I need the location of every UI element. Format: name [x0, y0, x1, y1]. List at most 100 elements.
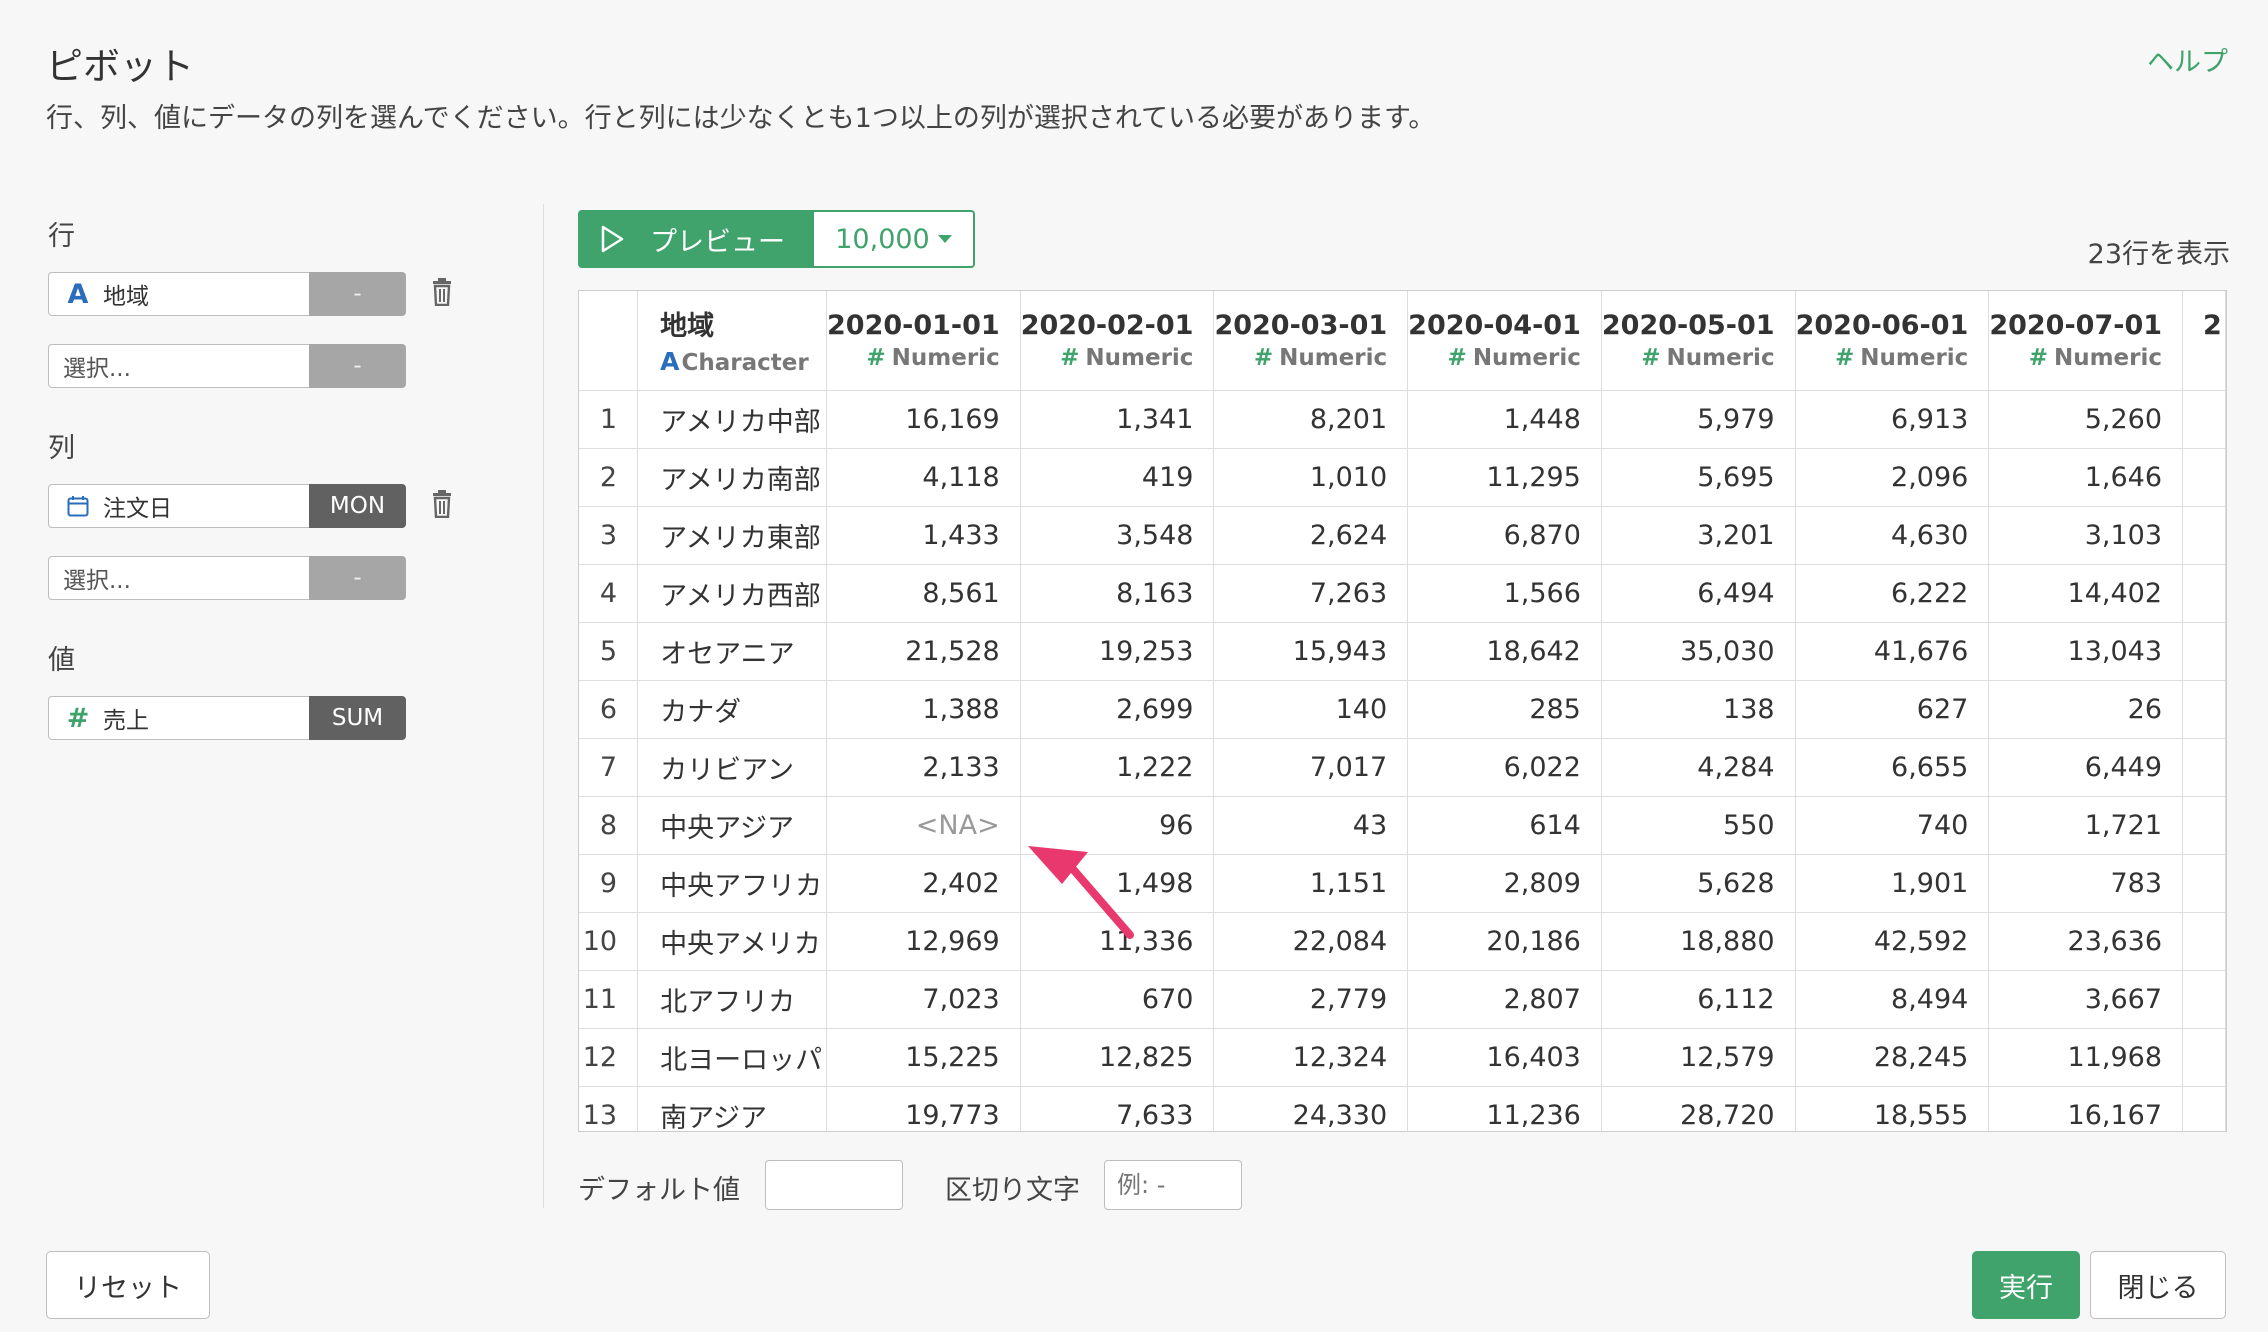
run-button[interactable]: 実行 — [1972, 1251, 2080, 1319]
column-type — [2203, 345, 2225, 371]
row-index-cell: 9 — [579, 854, 639, 913]
preview-button[interactable]: プレビュー — [578, 210, 814, 268]
value-cell: 138 — [1601, 680, 1796, 739]
overflow-cell — [2182, 448, 2226, 507]
value-cell: 5,695 — [1601, 448, 1796, 507]
trash-icon[interactable] — [430, 278, 454, 306]
row-limit-dropdown[interactable]: 10,000 — [814, 210, 975, 268]
row-index-cell: 6 — [579, 680, 639, 739]
numeric-type-icon: # — [866, 344, 886, 371]
overflow-cell — [2182, 622, 2226, 681]
default-value-input[interactable] — [765, 1160, 903, 1210]
overflow-cell — [2182, 738, 2226, 797]
separator-input[interactable] — [1104, 1160, 1242, 1210]
column-header-partial[interactable]: 2 — [2182, 291, 2226, 391]
preview-table[interactable]: 地域 ACharacter 2020-01-01 # Numeric 2020-02… — [578, 290, 2227, 1132]
value-cell: 285 — [1407, 680, 1602, 739]
numeric-type-icon: # — [1834, 344, 1855, 371]
column-name: 2020-04-01 — [1408, 309, 1581, 341]
row-empty-option-button[interactable]: - — [309, 344, 406, 388]
column-name: 2020-01-01 — [827, 309, 1000, 341]
value-cell: 18,642 — [1407, 622, 1602, 681]
column-header[interactable]: 地域 ACharacter — [637, 291, 827, 391]
value-cell: 96 — [1020, 796, 1215, 855]
row-index-cell: 2 — [579, 448, 639, 507]
value-cell: 3,103 — [1988, 506, 2184, 565]
numeric-type-icon: # — [1641, 344, 1661, 371]
column-type: # Numeric — [1214, 345, 1387, 371]
value-cell: 614 — [1407, 796, 1602, 855]
region-cell: カリビアン — [637, 738, 827, 797]
value-cell: 26 — [1988, 680, 2184, 739]
row-field-option-button[interactable]: - — [309, 272, 406, 316]
table-row: 4 アメリカ西部 8,561 8,163 7,263 1,566 6,494 6,222 14,… — [579, 564, 2226, 623]
value-cell: 18,555 — [1795, 1086, 1990, 1131]
numeric-type-icon: # — [66, 702, 90, 734]
column-header[interactable]: 2020-03-01 # Numeric — [1213, 291, 1409, 391]
column-field-main[interactable]: 注文日 — [48, 484, 309, 528]
help-link[interactable]: ヘルプ — [2147, 40, 2228, 79]
select-placeholder-text: 選択... — [63, 568, 131, 594]
separator-label: 区切り文字 — [945, 1175, 1080, 1206]
table-row: 1 アメリカ中部 16,169 1,341 8,201 1,448 5,979 6,913 5,… — [579, 390, 2226, 449]
column-header[interactable]: 2020-01-01 # Numeric — [826, 291, 1021, 391]
column-type: # Numeric — [827, 344, 999, 371]
column-header[interactable]: 2020-06-01 # Numeric — [1795, 291, 1990, 391]
row-index-cell: 11 — [579, 970, 639, 1029]
column-type: # Numeric — [1602, 344, 1775, 371]
value-cell: 6,870 — [1407, 506, 1602, 565]
column-header[interactable]: 2020-04-01 # Numeric — [1407, 291, 1602, 391]
column-type: ACharacter — [660, 347, 826, 376]
overflow-cell — [2182, 796, 2226, 855]
row-field-selector[interactable]: A 地域 - — [48, 272, 406, 316]
overflow-cell — [2182, 680, 2226, 739]
value-cell: 1,222 — [1020, 738, 1215, 797]
column-type-label: Numeric — [2053, 344, 2163, 371]
column-field-option-button[interactable]: MON — [309, 484, 406, 528]
table-row: 8 中央アジア <NA> 96 43 614 550 740 1,721 — [579, 796, 2226, 855]
column-empty-option-button[interactable]: - — [309, 556, 406, 600]
value-cell: 2,624 — [1213, 506, 1409, 565]
column-header[interactable]: 2020-07-01 # Numeric — [1988, 291, 2184, 391]
value-cell: 7,023 — [826, 970, 1021, 1029]
region-cell: 北アフリカ — [637, 970, 827, 1029]
column-select-placeholder[interactable]: 選択... — [48, 556, 309, 600]
value-cell: 11,236 — [1407, 1086, 1602, 1131]
value-cell: 2,807 — [1407, 970, 1602, 1029]
row-field-main[interactable]: A 地域 — [48, 272, 309, 316]
chevron-down-icon — [937, 235, 952, 243]
value-cell: 42,592 — [1795, 912, 1990, 971]
value-aggregate-button[interactable]: SUM — [309, 696, 406, 740]
value-cell: 11,968 — [1988, 1028, 2184, 1087]
page-title: ピボット — [46, 45, 194, 88]
numeric-type-icon: # — [2028, 344, 2048, 371]
value-field-main[interactable]: # 売上 — [48, 696, 309, 740]
value-cell: 19,253 — [1020, 622, 1215, 681]
column-header[interactable]: 2020-02-01 # Numeric — [1020, 291, 1215, 391]
region-cell: オセアニア — [637, 622, 827, 681]
overflow-cell — [2182, 912, 2226, 971]
trash-icon[interactable] — [430, 490, 454, 518]
value-cell: 4,118 — [826, 448, 1021, 507]
value-cell: 8,201 — [1213, 390, 1409, 449]
close-button[interactable]: 閉じる — [2090, 1251, 2226, 1319]
value-cell: 670 — [1020, 970, 1215, 1029]
value-cell: 7,017 — [1213, 738, 1409, 797]
value-field-selector[interactable]: # 売上 SUM — [48, 696, 406, 740]
column-header[interactable]: 2020-05-01 # Numeric — [1601, 291, 1796, 391]
column-name: 2020-06-01 — [1795, 309, 1969, 341]
row-select-placeholder[interactable]: 選択... — [48, 344, 309, 388]
column-type: # Numeric — [1989, 345, 2162, 371]
table-row: 10 中央アメリカ 12,969 11,336 22,084 20,186 18,880 42… — [579, 912, 2226, 971]
row-field-empty-selector[interactable]: 選択... - — [48, 344, 406, 388]
reset-button[interactable]: リセット — [46, 1251, 210, 1319]
row-index-cell: 12 — [579, 1028, 639, 1087]
column-field-selector[interactable]: 注文日 MON — [48, 484, 406, 528]
row-limit-value: 10,000 — [835, 223, 930, 255]
region-cell: 中央アジア — [637, 796, 827, 855]
column-type-label: Numeric — [1666, 344, 1775, 371]
value-cell: 783 — [1988, 854, 2184, 913]
column-name: 2020-03-01 — [1214, 309, 1388, 341]
column-field-empty-selector[interactable]: 選択... - — [48, 556, 406, 600]
value-cell: 1,151 — [1213, 854, 1409, 913]
